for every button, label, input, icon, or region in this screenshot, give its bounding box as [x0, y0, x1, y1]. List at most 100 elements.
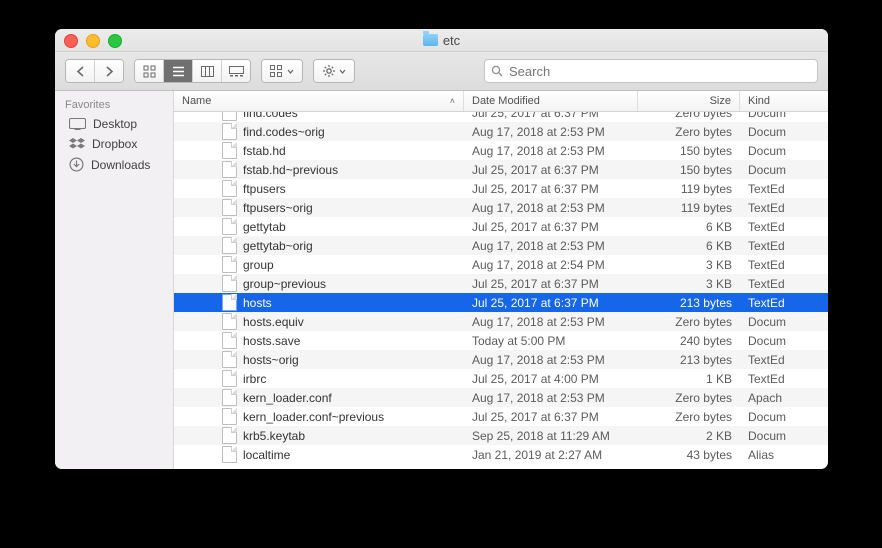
file-row[interactable]: hosts.saveToday at 5:00 PM240 bytesDocum	[174, 331, 828, 350]
arrange-group	[261, 59, 303, 83]
file-icon	[222, 161, 237, 178]
cell-date: Aug 17, 2018 at 2:53 PM	[464, 125, 638, 139]
sidebar: Favorites Desktop Dropbox Downloads	[55, 91, 174, 469]
file-rows[interactable]: find.codesJul 25, 2017 at 6:37 PMZero by…	[174, 112, 828, 469]
file-icon	[222, 256, 237, 273]
col-kind[interactable]: Kind	[740, 91, 828, 111]
col-size[interactable]: Size	[638, 91, 740, 111]
file-icon	[222, 294, 237, 311]
file-icon	[222, 112, 237, 121]
toolbar	[55, 52, 828, 91]
cell-name: ftpusers~orig	[174, 199, 464, 216]
search-input[interactable]	[507, 63, 811, 80]
file-row[interactable]: fstab.hdAug 17, 2018 at 2:53 PM150 bytes…	[174, 141, 828, 160]
file-row[interactable]: find.codes~origAug 17, 2018 at 2:53 PMZe…	[174, 122, 828, 141]
file-row[interactable]: hosts.equivAug 17, 2018 at 2:53 PMZero b…	[174, 312, 828, 331]
cell-date: Jul 25, 2017 at 6:37 PM	[464, 112, 638, 120]
file-icon	[222, 351, 237, 368]
file-name: find.codes~orig	[243, 125, 325, 139]
action-group	[313, 59, 355, 83]
file-name: ftpusers	[243, 182, 286, 196]
window-body: Favorites Desktop Dropbox Downloads	[55, 91, 828, 469]
file-icon	[222, 332, 237, 349]
file-name: find.codes	[243, 112, 298, 120]
cell-name: hosts.equiv	[174, 313, 464, 330]
gallery-view-button[interactable]	[221, 60, 250, 82]
cell-name: irbrc	[174, 370, 464, 387]
column-view-button[interactable]	[192, 60, 221, 82]
cell-size: 1 KB	[638, 372, 740, 386]
col-name[interactable]: Name ˄	[174, 91, 464, 111]
file-row[interactable]: find.codesJul 25, 2017 at 6:37 PMZero by…	[174, 112, 828, 122]
file-name: irbrc	[243, 372, 266, 386]
window-title: etc	[423, 33, 460, 48]
cell-kind: Apach	[740, 391, 828, 405]
titlebar[interactable]: etc	[55, 29, 828, 52]
sidebar-item-downloads[interactable]: Downloads	[55, 154, 173, 175]
file-icon	[222, 180, 237, 197]
col-name-label: Name	[182, 95, 211, 107]
close-button[interactable]	[64, 34, 78, 48]
file-row[interactable]: krb5.keytabSep 25, 2018 at 11:29 AM2 KBD…	[174, 426, 828, 445]
cell-size: 43 bytes	[638, 448, 740, 462]
col-date[interactable]: Date Modified	[464, 91, 638, 111]
minimize-button[interactable]	[86, 34, 100, 48]
file-row[interactable]: ftpusersJul 25, 2017 at 6:37 PM119 bytes…	[174, 179, 828, 198]
cell-name: find.codes	[174, 112, 464, 121]
file-icon	[222, 427, 237, 444]
gallery-icon	[229, 66, 244, 77]
cell-date: Jul 25, 2017 at 6:37 PM	[464, 277, 638, 291]
file-row[interactable]: kern_loader.conf~previousJul 25, 2017 at…	[174, 407, 828, 426]
cell-kind: Docum	[740, 125, 828, 139]
cell-kind: Docum	[740, 429, 828, 443]
cell-size: 213 bytes	[638, 296, 740, 310]
cell-size: Zero bytes	[638, 391, 740, 405]
cell-kind: Docum	[740, 315, 828, 329]
traffic-lights	[64, 34, 122, 48]
action-button[interactable]	[314, 60, 354, 82]
file-row[interactable]: group~previousJul 25, 2017 at 6:37 PM3 K…	[174, 274, 828, 293]
cell-size: 150 bytes	[638, 144, 740, 158]
cell-size: 2 KB	[638, 429, 740, 443]
file-row[interactable]: kern_loader.confAug 17, 2018 at 2:53 PMZ…	[174, 388, 828, 407]
columns-icon	[201, 66, 214, 77]
cell-date: Jul 25, 2017 at 4:00 PM	[464, 372, 638, 386]
search-field[interactable]	[484, 59, 818, 83]
file-row[interactable]: groupAug 17, 2018 at 2:54 PM3 KBTextEd	[174, 255, 828, 274]
cell-size: 240 bytes	[638, 334, 740, 348]
cell-name: hosts	[174, 294, 464, 311]
cell-name: krb5.keytab	[174, 427, 464, 444]
file-icon	[222, 218, 237, 235]
file-name: kern_loader.conf	[243, 391, 332, 405]
file-row[interactable]: fstab.hd~previousJul 25, 2017 at 6:37 PM…	[174, 160, 828, 179]
zoom-button[interactable]	[108, 34, 122, 48]
sidebar-item-dropbox[interactable]: Dropbox	[55, 134, 173, 154]
file-row[interactable]: hostsJul 25, 2017 at 6:37 PM213 bytesTex…	[174, 293, 828, 312]
arrange-button[interactable]	[262, 60, 302, 82]
icon-view-button[interactable]	[135, 60, 163, 82]
chevron-right-icon	[105, 66, 114, 77]
cell-date: Jul 25, 2017 at 6:37 PM	[464, 410, 638, 424]
file-row[interactable]: gettytab~origAug 17, 2018 at 2:53 PM6 KB…	[174, 236, 828, 255]
sidebar-item-label: Dropbox	[92, 137, 137, 151]
sidebar-item-desktop[interactable]: Desktop	[55, 114, 173, 134]
file-name: group~previous	[243, 277, 326, 291]
back-button[interactable]	[66, 60, 94, 82]
file-row[interactable]: hosts~origAug 17, 2018 at 2:53 PM213 byt…	[174, 350, 828, 369]
forward-button[interactable]	[94, 60, 123, 82]
file-row[interactable]: localtimeJan 21, 2019 at 2:27 AM43 bytes…	[174, 445, 828, 464]
cell-name: find.codes~orig	[174, 123, 464, 140]
cell-date: Aug 17, 2018 at 2:53 PM	[464, 315, 638, 329]
finder-window: etc	[55, 29, 828, 469]
gear-icon	[322, 64, 336, 78]
file-row[interactable]: irbrc Jul 25, 2017 at 4:00 PM1 KBTextEd	[174, 369, 828, 388]
file-row[interactable]: ftpusers~origAug 17, 2018 at 2:53 PM119 …	[174, 198, 828, 217]
cell-kind: Docum	[740, 334, 828, 348]
list-view-button[interactable]	[163, 60, 192, 82]
file-row[interactable]: gettytabJul 25, 2017 at 6:37 PM6 KBTextE…	[174, 217, 828, 236]
sidebar-item-label: Downloads	[91, 158, 150, 172]
cell-kind: TextEd	[740, 372, 828, 386]
col-date-label: Date Modified	[472, 95, 540, 107]
cell-kind: Docum	[740, 410, 828, 424]
cell-date: Jul 25, 2017 at 6:37 PM	[464, 182, 638, 196]
